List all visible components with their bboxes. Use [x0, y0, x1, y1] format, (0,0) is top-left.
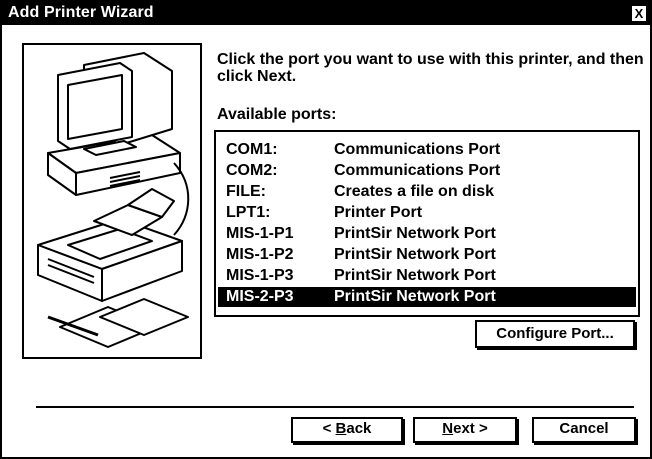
next-button[interactable]: Next >	[413, 417, 517, 443]
computer-printer-illustration	[37, 52, 190, 348]
computer-icon	[47, 52, 181, 196]
port-description: PrintSir Network Port	[334, 267, 496, 284]
port-name: MIS-2-P3	[226, 288, 294, 305]
configure-port-button[interactable]: Configure Port...	[475, 320, 635, 348]
available-ports-list[interactable]: COM1: Communications Port COM2: Communic…	[214, 130, 640, 317]
printer-icon	[37, 188, 183, 302]
port-description: Printer Port	[334, 204, 423, 221]
port-description: PrintSir Network Port	[334, 288, 496, 305]
paper-sheets-icon	[47, 298, 189, 348]
add-printer-wizard-dialog: Add Printer Wizard X Click the port you …	[0, 0, 652, 459]
port-row-file[interactable]: FILE: Creates a file on disk	[218, 182, 636, 202]
back-button[interactable]: < Back	[291, 417, 403, 443]
port-description: Communications Port	[334, 162, 501, 179]
port-name: COM2:	[226, 162, 278, 179]
port-row-com1[interactable]: COM1: Communications Port	[218, 140, 636, 160]
port-row-mis-1-p2[interactable]: MIS-1-P2 PrintSir Network Port	[218, 245, 636, 265]
port-description: Creates a file on disk	[334, 183, 495, 200]
port-name: MIS-1-P3	[226, 267, 294, 284]
available-ports-label: Available ports:	[217, 106, 337, 123]
next-rest: ext >	[453, 420, 488, 437]
wizard-illustration	[22, 43, 202, 359]
port-description: Communications Port	[334, 141, 501, 158]
title-bar[interactable]: Add Printer Wizard X	[2, 2, 650, 25]
port-row-lpt1[interactable]: LPT1: Printer Port	[218, 203, 636, 223]
port-row-mis-1-p3[interactable]: MIS-1-P3 PrintSir Network Port	[218, 266, 636, 286]
port-name: LPT1:	[226, 204, 271, 221]
back-prefix: <	[322, 420, 336, 437]
port-row-mis-2-p3[interactable]: MIS-2-P3 PrintSir Network Port	[218, 287, 636, 307]
window-title: Add Printer Wizard	[8, 4, 154, 21]
back-rest: ack	[346, 420, 372, 437]
port-name: MIS-1-P2	[226, 246, 294, 263]
port-name: MIS-1-P1	[226, 225, 294, 242]
port-row-com2[interactable]: COM2: Communications Port	[218, 161, 636, 181]
next-mnemonic: N	[442, 420, 454, 437]
port-row-mis-1-p1[interactable]: MIS-1-P1 PrintSir Network Port	[218, 224, 636, 244]
button-separator	[36, 406, 634, 408]
port-description: PrintSir Network Port	[334, 225, 496, 242]
port-description: PrintSir Network Port	[334, 246, 496, 263]
port-name: COM1:	[226, 141, 278, 158]
cancel-button[interactable]: Cancel	[532, 417, 636, 443]
instruction-text: Click the port you want to use with this…	[217, 51, 644, 85]
port-name: FILE:	[226, 183, 266, 200]
back-mnemonic: B	[335, 420, 347, 437]
close-button[interactable]: X	[631, 5, 647, 22]
